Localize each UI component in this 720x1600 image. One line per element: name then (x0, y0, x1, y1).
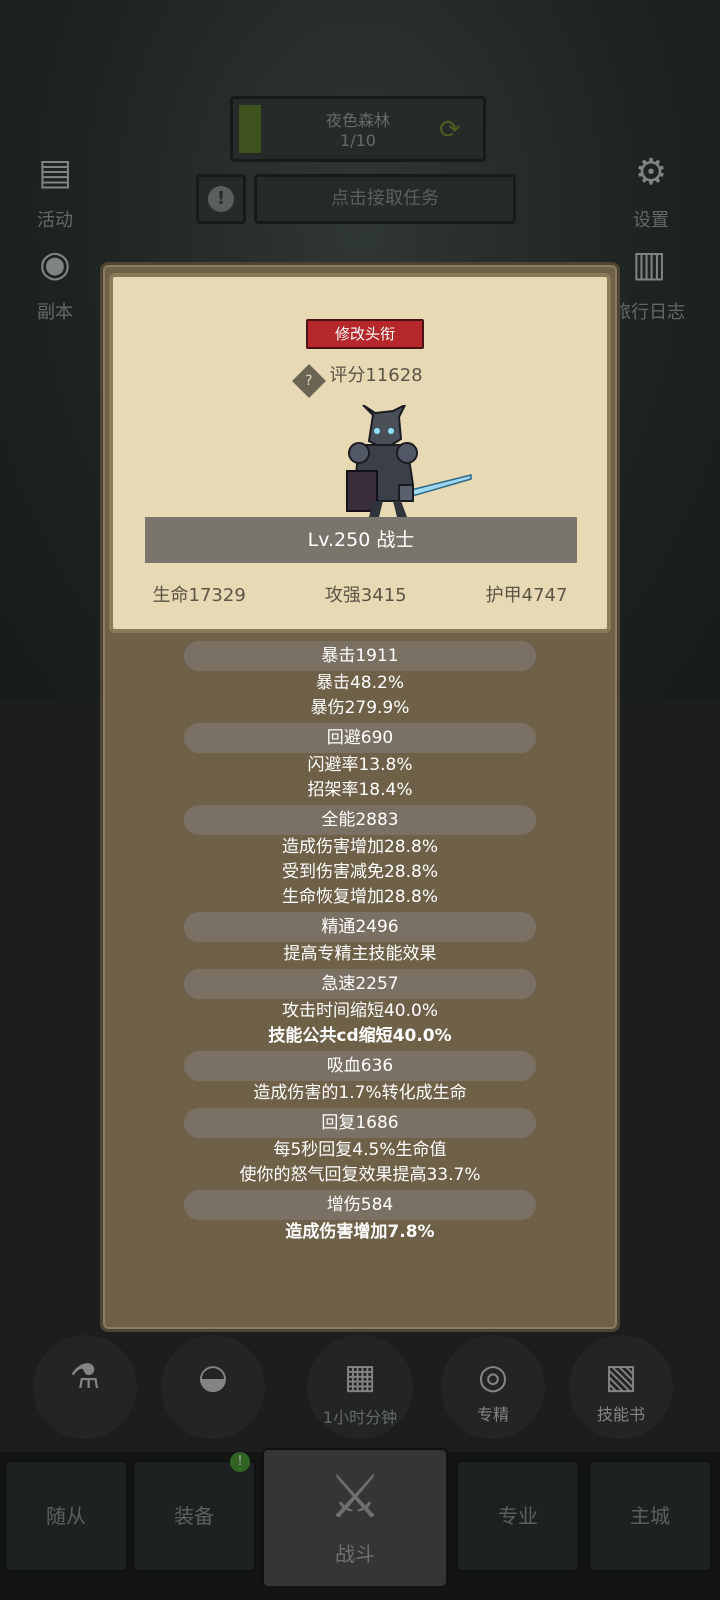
stat-header: 暴击1911 (184, 641, 536, 671)
secondary-stats-list: 暴击1911 暴击48.2% 暴伤279.9% 回避690 闪避率13.8% 招架率18.… (103, 641, 617, 1247)
stat-block: 暴击1911 暴击48.2% 暴伤279.9% (103, 641, 617, 721)
stat-detail: 暴伤279.9% (310, 698, 410, 718)
stat-block: 回复1686 每5秒回复4.5%生命值使你的怒气回复效果提高33.7% (103, 1108, 617, 1188)
stat-detail: 招架率18.4% (307, 780, 413, 800)
stat-block: 全能2883 造成伤害增加28.8% 受到伤害减免28.8% 生命恢复增加28.8% (103, 805, 617, 910)
score-text: 评分11628 (329, 365, 423, 386)
stat-header: 精通2496 (184, 912, 536, 942)
warrior-avatar (346, 405, 472, 517)
stat-block: 急速2257 攻击时间缩短40.0% 技能公共cd缩短40.0% (103, 969, 617, 1049)
stat-block: 精通2496 提高专精主技能效果 (103, 912, 617, 967)
stat-detail: 闪避率13.8% (307, 755, 413, 775)
character-stats-modal: 修改头衔 ? 评分11628 Lv.250 战士 生命17329 攻强3415 护… (100, 262, 620, 1332)
help-icon[interactable]: ? (292, 364, 327, 398)
stat-detail: 造成伤害增加28.8% (281, 837, 438, 857)
stat-block: 回避690 闪避率13.8% 招架率18.4% (103, 723, 617, 803)
score-row: ? 评分11628 (113, 361, 607, 398)
stat-detail: 提高专精主技能效果 (283, 944, 437, 964)
stat-block: 增伤584 造成伤害增加7.8% (103, 1190, 617, 1245)
stat-header: 全能2883 (184, 805, 536, 835)
hp-stat: 生命17329 (152, 585, 246, 606)
armor-stat: 护甲4747 (485, 585, 568, 606)
stat-block: 吸血636 造成伤害的1.7%转化成生命 (103, 1051, 617, 1106)
level-class-bar: Lv.250 战士 (145, 517, 577, 563)
character-card: 修改头衔 ? 评分11628 Lv.250 战士 生命17329 攻强3415 护… (109, 273, 611, 633)
edit-title-button[interactable]: 修改头衔 (306, 319, 424, 349)
stat-detail: 造成伤害的1.7%转化成生命 (253, 1083, 467, 1103)
stat-detail: 造成伤害增加7.8% (285, 1222, 435, 1242)
stat-header: 回避690 (184, 723, 536, 753)
stat-detail: 使你的怒气回复效果提高33.7% (239, 1165, 481, 1185)
stat-detail: 受到伤害减免28.8% (281, 862, 438, 882)
stat-detail: 生命恢复增加28.8% (281, 887, 438, 907)
stat-header: 回复1686 (184, 1108, 536, 1138)
stat-header: 增伤584 (184, 1190, 536, 1220)
stat-detail: 暴击48.2% (315, 673, 404, 693)
attack-stat: 攻强3415 (324, 585, 407, 606)
stat-detail: 攻击时间缩短40.0% (281, 1001, 438, 1021)
stat-detail: 技能公共cd缩短40.0% (268, 1026, 452, 1046)
stat-header: 急速2257 (184, 969, 536, 999)
stat-detail: 每5秒回复4.5%生命值 (273, 1140, 447, 1160)
stat-header: 吸血636 (184, 1051, 536, 1081)
base-stats: 生命17329 攻强3415 护甲4747 (113, 581, 607, 607)
